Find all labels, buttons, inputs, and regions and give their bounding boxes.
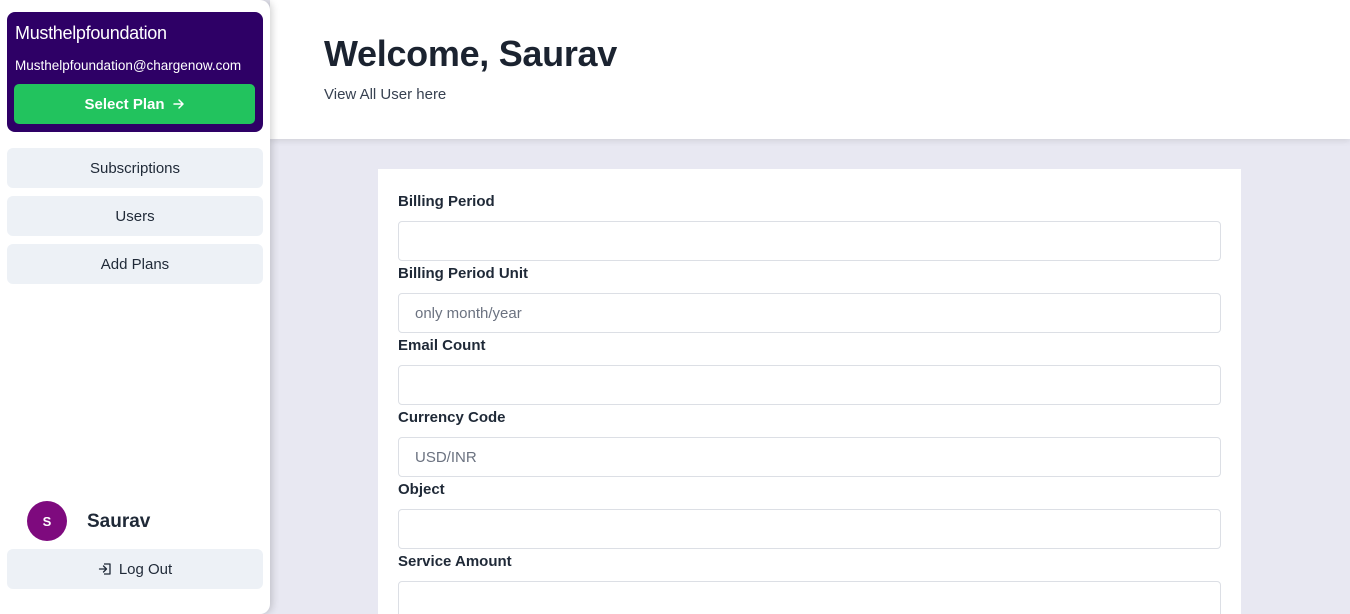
org-name: Musthelpfoundation: [15, 23, 167, 43]
billing-period-unit-label: Billing Period Unit: [398, 265, 528, 282]
billing-period-unit-input[interactable]: [398, 293, 1221, 333]
select-plan-label: Select Plan: [84, 95, 165, 113]
sidebar-item-subscriptions[interactable]: Subscriptions: [7, 148, 263, 188]
sidebar-item-add-plans[interactable]: Add Plans: [7, 244, 263, 284]
select-plan-button[interactable]: Select Plan: [14, 84, 255, 124]
logout-button[interactable]: Log Out: [7, 549, 263, 589]
page-header: Welcome, Saurav View All User here: [270, 0, 1350, 139]
object-label: Object: [398, 481, 445, 498]
plan-form: Billing Period Billing Period Unit Email…: [378, 169, 1241, 614]
avatar: S: [27, 501, 67, 541]
billing-period-label: Billing Period: [398, 193, 495, 210]
sidebar-item-label: Subscriptions: [89, 159, 181, 177]
arrow-right-icon: [172, 99, 184, 109]
sidebar-item-users[interactable]: Users: [7, 196, 263, 236]
email-count-input[interactable]: [398, 365, 1221, 405]
sidebar-item-label: Users: [115, 207, 155, 225]
service-amount-input[interactable]: [398, 581, 1221, 614]
sidebar-item-label: Add Plans: [100, 255, 170, 273]
page-subtitle: View All User here: [324, 86, 447, 103]
email-count-label: Email Count: [398, 337, 486, 354]
page-title: Welcome, Saurav: [324, 33, 617, 74]
org-card: Musthelpfoundation Musthelpfoundation@ch…: [7, 12, 263, 132]
object-input[interactable]: [398, 509, 1221, 549]
logout-icon: [98, 563, 111, 575]
billing-period-input[interactable]: [398, 221, 1221, 261]
service-amount-label: Service Amount: [398, 553, 512, 570]
org-email: Musthelpfoundation@chargenow.com: [15, 58, 242, 73]
user-name: Saurav: [87, 511, 151, 532]
logout-label: Log Out: [118, 560, 173, 578]
sidebar: Musthelpfoundation Musthelpfoundation@ch…: [0, 0, 270, 614]
currency-code-label: Currency Code: [398, 409, 506, 426]
currency-code-input[interactable]: [398, 437, 1221, 477]
